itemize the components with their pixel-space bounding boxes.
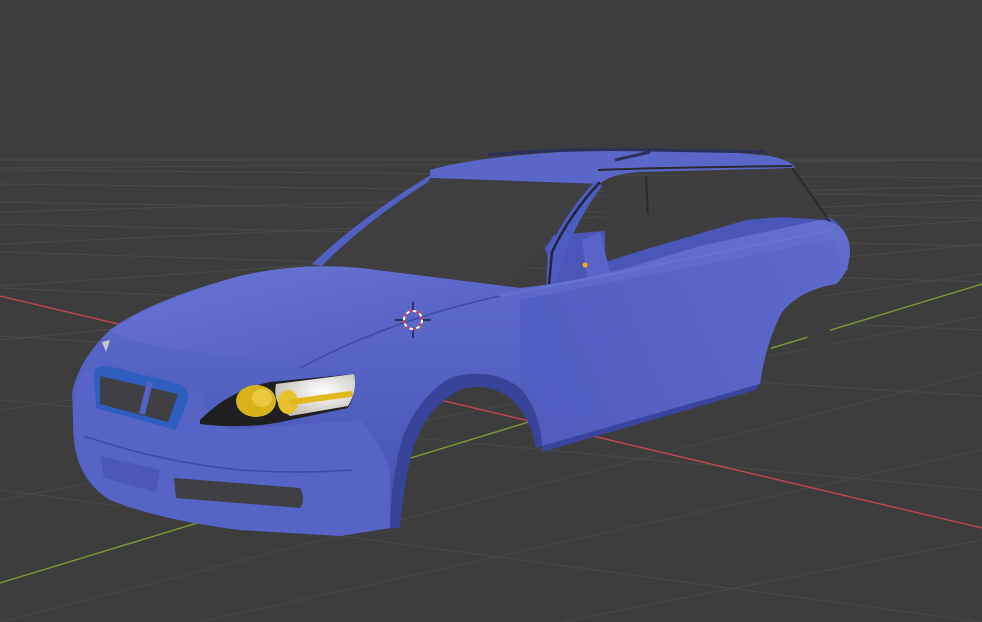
viewport-canvas[interactable] — [0, 0, 982, 622]
3d-viewport[interactable] — [0, 0, 982, 622]
headlight-amber-highlight — [252, 389, 272, 407]
object-origin-dot — [582, 262, 588, 268]
